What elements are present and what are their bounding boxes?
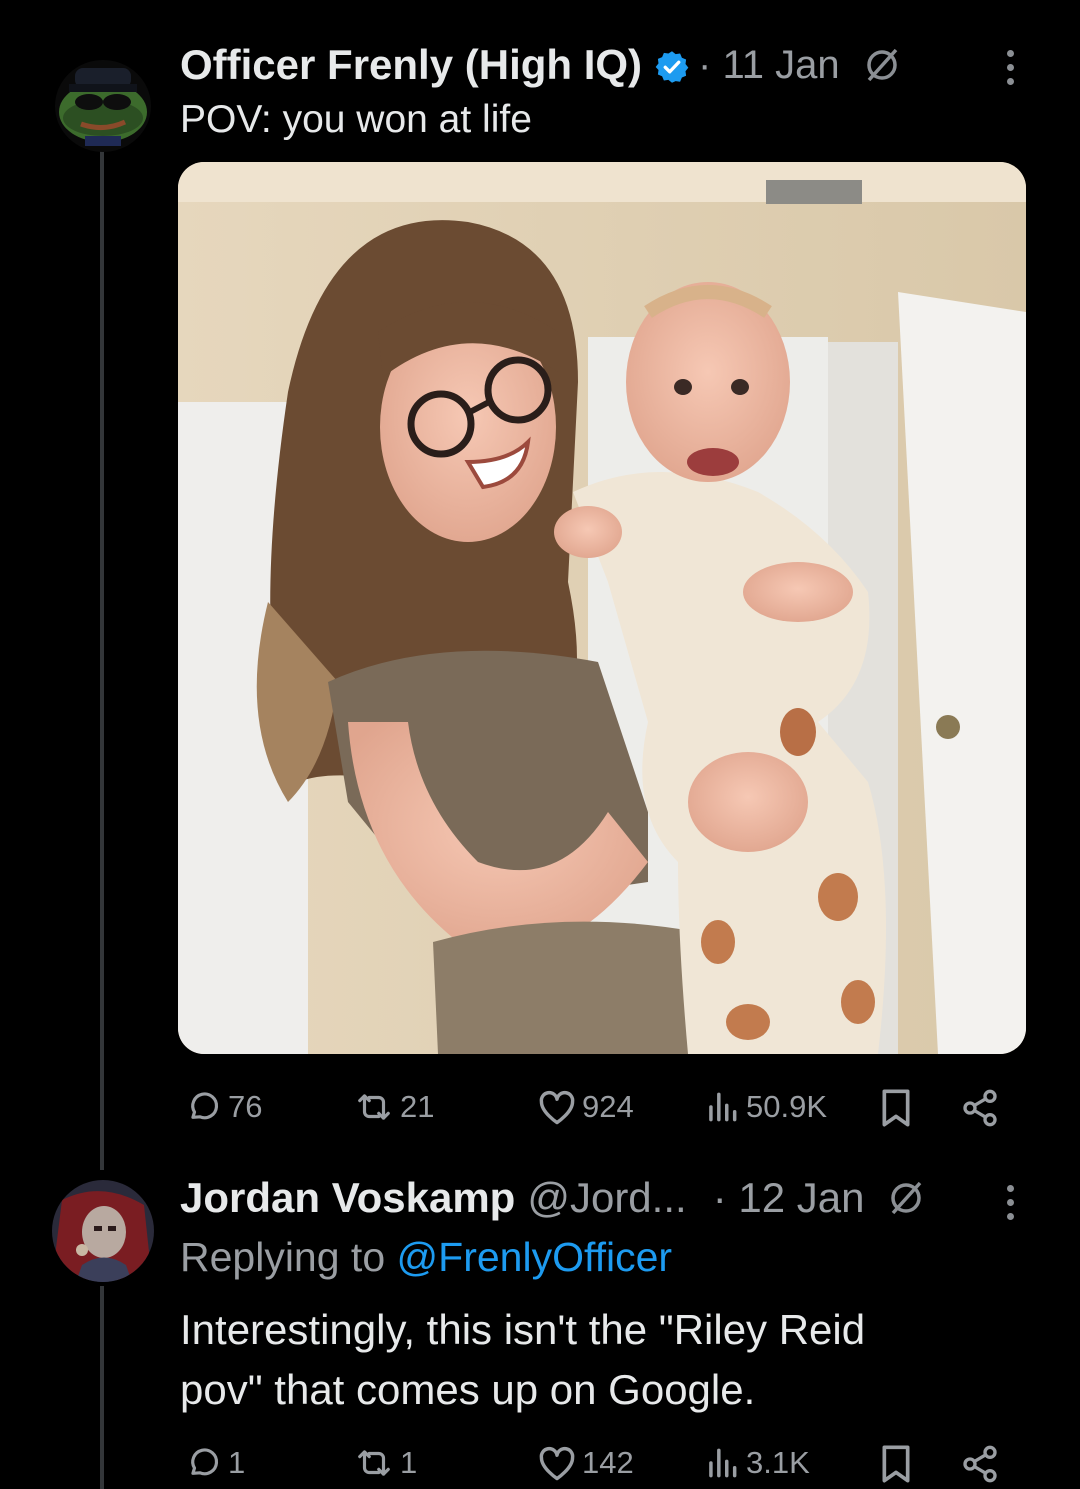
like-count: 924 [582, 1089, 634, 1124]
post-text: Interestingly, this isn't the "Riley Rei… [180, 1300, 865, 1420]
more-icon[interactable] [1000, 50, 1020, 85]
share-icon [963, 1445, 997, 1483]
like-icon [539, 1446, 575, 1481]
repost-button[interactable]: 21 [352, 1088, 434, 1126]
post-text-line: pov" that comes up on Google. [180, 1366, 756, 1413]
post-image[interactable] [178, 162, 1026, 1054]
post-header: Jordan Voskamp @Jord... · 12 Jan [180, 1172, 926, 1224]
post-actions: 1 1 142 3.1K [180, 1444, 1010, 1484]
post-header: Officer Frenly (High IQ) · 11 Jan [180, 40, 902, 90]
author-handle[interactable]: @Jord... [527, 1174, 686, 1222]
reply-button[interactable]: 76 [184, 1088, 262, 1126]
repost-button[interactable]: 1 [352, 1444, 417, 1482]
avatar-officer-frenly[interactable] [55, 60, 151, 152]
share-button[interactable] [960, 1088, 1000, 1128]
post-text: POV: you won at life [180, 98, 532, 141]
grok-icon[interactable] [862, 45, 902, 85]
mention-link[interactable]: @FrenlyOfficer [397, 1234, 673, 1280]
repost-count: 21 [400, 1089, 435, 1124]
bookmark-button[interactable] [878, 1088, 914, 1128]
repost-icon [358, 1450, 390, 1476]
author-name[interactable]: Jordan Voskamp [180, 1174, 515, 1222]
reply-icon [191, 1448, 219, 1476]
views-button[interactable]: 3.1K [702, 1444, 810, 1482]
share-button[interactable] [960, 1444, 1000, 1484]
bookmark-icon [882, 1089, 910, 1127]
author-name[interactable]: Officer Frenly (High IQ) [180, 41, 642, 89]
verified-badge-icon [654, 47, 690, 83]
like-button[interactable]: 924 [536, 1088, 634, 1126]
post-actions: 76 21 924 50.9K [180, 1088, 1010, 1128]
like-count: 142 [582, 1445, 634, 1480]
bookmark-icon [882, 1445, 910, 1483]
avatar-jordan-voskamp[interactable] [52, 1180, 154, 1282]
more-icon[interactable] [1000, 1185, 1020, 1220]
post-date[interactable]: · 11 Jan [698, 43, 840, 88]
reply-count: 76 [228, 1089, 263, 1124]
views-button[interactable]: 50.9K [702, 1088, 827, 1126]
reply-icon [191, 1092, 219, 1120]
reply-button[interactable]: 1 [184, 1444, 245, 1482]
bookmark-button[interactable] [878, 1444, 914, 1484]
thread-line-2 [100, 1286, 104, 1489]
repost-count: 1 [400, 1445, 418, 1480]
thread-line-1 [100, 150, 104, 1170]
replying-label: Replying to [180, 1234, 386, 1280]
reply-count: 1 [228, 1445, 246, 1480]
like-button[interactable]: 142 [536, 1444, 634, 1482]
like-icon [539, 1090, 575, 1125]
replying-to-line: Replying to @FrenlyOfficer [180, 1234, 672, 1281]
share-icon [963, 1089, 997, 1127]
views-count: 3.1K [746, 1445, 810, 1480]
post-date[interactable]: · 12 Jan [713, 1174, 865, 1222]
repost-icon [358, 1094, 390, 1120]
views-icon [709, 1448, 737, 1478]
grok-icon[interactable] [886, 1178, 926, 1218]
views-count: 50.9K [746, 1089, 828, 1124]
views-icon [709, 1092, 737, 1122]
post-text-line: Interestingly, this isn't the "Riley Rei… [180, 1306, 866, 1353]
